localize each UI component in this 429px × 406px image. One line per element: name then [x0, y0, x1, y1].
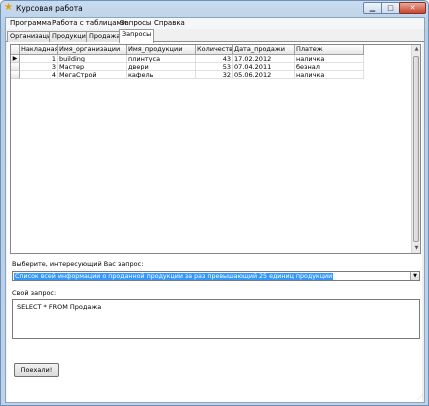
- grid-cell[interactable]: Мастер: [58, 63, 127, 71]
- grid-cell[interactable]: 53: [196, 63, 233, 71]
- custom-query-input[interactable]: SELECT * FROM Продажа: [12, 299, 420, 339]
- grid-cell[interactable]: 4: [20, 71, 58, 79]
- close-button[interactable]: ✕: [399, 2, 426, 14]
- vertical-scrollbar[interactable]: ▲ ▼: [411, 45, 420, 253]
- grid-cell[interactable]: 3: [20, 63, 58, 71]
- column-header[interactable]: Имя_продукции: [127, 45, 196, 55]
- grid-cell[interactable]: 17.02.2012: [233, 55, 295, 63]
- tab-queries[interactable]: Запросы: [119, 29, 155, 43]
- grid-cell[interactable]: 05.06.2012: [233, 71, 295, 79]
- column-header[interactable]: Платеж: [295, 45, 364, 55]
- queries-tab-page: Накладная Имя_организации Имя_продукции …: [7, 42, 422, 402]
- grid-cell[interactable]: безнал: [295, 63, 364, 71]
- window-title: Курсовая работа: [16, 4, 83, 13]
- menu-item-tables[interactable]: Работа с таблицами: [50, 19, 128, 28]
- chevron-down-icon[interactable]: ▼: [410, 272, 419, 280]
- column-header[interactable]: Количество: [196, 45, 233, 55]
- grid-cell[interactable]: кафель: [127, 71, 196, 79]
- minimize-icon: ▁: [369, 4, 376, 12]
- grid-cell[interactable]: 1: [20, 55, 58, 63]
- grid-cell[interactable]: наличка: [295, 71, 364, 79]
- grid-cell[interactable]: 07.04.2011: [233, 63, 295, 71]
- row-header[interactable]: [11, 71, 20, 79]
- close-icon: ✕: [409, 4, 416, 12]
- results-grid[interactable]: Накладная Имя_организации Имя_продукции …: [10, 44, 421, 254]
- row-header[interactable]: [11, 63, 20, 71]
- star-icon: ★: [4, 2, 13, 13]
- menu-bar: Программа Работа с таблицами Запросы Спр…: [6, 18, 424, 29]
- column-header[interactable]: Дата_продажи: [233, 45, 295, 55]
- menu-item-help[interactable]: Справка: [152, 19, 187, 28]
- grid-cell[interactable]: наличка: [295, 55, 364, 63]
- query-select-label: Выберите, интересующий Вас запрос:: [12, 260, 144, 268]
- maximize-button[interactable]: □: [381, 2, 400, 14]
- scroll-thumb[interactable]: [413, 56, 419, 242]
- row-pointer-icon[interactable]: ▶: [11, 55, 20, 63]
- scroll-up-icon[interactable]: ▲: [412, 45, 421, 54]
- scroll-down-icon[interactable]: ▼: [412, 244, 421, 253]
- grid-cell[interactable]: плинтуса: [127, 55, 196, 63]
- column-header[interactable]: Накладная: [20, 45, 58, 55]
- grid-cell[interactable]: МегаСтрой: [58, 71, 127, 79]
- grid-cell[interactable]: building: [58, 55, 127, 63]
- run-query-button[interactable]: Поехали!: [14, 363, 59, 377]
- title-bar[interactable]: ★ Курсовая работа ▁ □ ✕: [1, 1, 428, 17]
- client-area: Программа Работа с таблицами Запросы Спр…: [5, 17, 425, 403]
- query-select[interactable]: Список всей информации о проданной проду…: [12, 271, 420, 281]
- grid-cell[interactable]: 43: [196, 55, 233, 63]
- grid-cell[interactable]: 32: [196, 71, 233, 79]
- tab-sales[interactable]: Продажа: [86, 31, 124, 42]
- minimize-button[interactable]: ▁: [363, 2, 382, 14]
- menu-item-queries[interactable]: Запросы: [118, 19, 153, 28]
- grid-cell[interactable]: двери: [127, 63, 196, 71]
- grid-header: Накладная Имя_организации Имя_продукции …: [11, 45, 411, 55]
- grid-corner: [11, 45, 20, 55]
- column-header[interactable]: Имя_организации: [58, 45, 127, 55]
- resize-grip-icon[interactable]: ⋰: [417, 394, 423, 401]
- maximize-icon: □: [387, 4, 394, 12]
- app-window: ★ Курсовая работа ▁ □ ✕ Программа Работа…: [0, 0, 429, 406]
- tab-strip: Организации Продукция Продажа Запросы: [6, 29, 424, 43]
- menu-item-program[interactable]: Программа: [8, 19, 53, 28]
- query-select-value: Список всей информации о проданной проду…: [14, 273, 334, 280]
- custom-query-label: Свой запрос:: [12, 289, 57, 297]
